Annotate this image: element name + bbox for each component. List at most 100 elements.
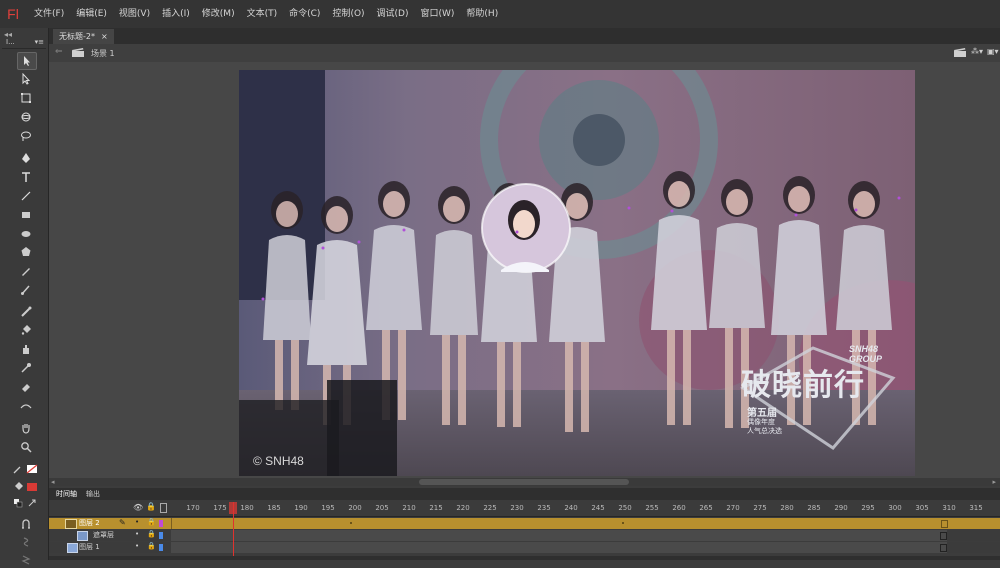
app-logo: Fl xyxy=(7,6,19,22)
paint-bucket-tool-icon[interactable] xyxy=(17,322,35,338)
tab-timeline[interactable]: 时间轴 xyxy=(56,489,77,499)
zoom-tool-icon[interactable] xyxy=(17,439,35,455)
close-tab-icon[interactable]: × xyxy=(101,32,108,41)
frame-tick-label: 275 xyxy=(753,504,767,512)
menu-edit[interactable]: 编辑(E) xyxy=(70,0,113,28)
edit-scene-icon[interactable] xyxy=(953,47,967,61)
menu-insert[interactable]: 插入(I) xyxy=(156,0,196,28)
text-tool-icon[interactable] xyxy=(17,169,35,185)
layer-icon xyxy=(67,543,78,553)
panel-menu-icon[interactable]: ▾≡ xyxy=(35,38,44,46)
layer-frames[interactable] xyxy=(171,518,948,529)
frame-tick-label: 295 xyxy=(861,504,875,512)
eraser-tool-icon[interactable] xyxy=(17,379,35,395)
playhead[interactable] xyxy=(233,502,234,560)
frame-tick-label: 180 xyxy=(240,504,254,512)
menu-debug[interactable]: 调试(D) xyxy=(371,0,415,28)
bone-tool-icon[interactable] xyxy=(17,304,35,320)
3d-rotation-tool-icon[interactable] xyxy=(17,109,35,125)
menu-window[interactable]: 窗口(W) xyxy=(415,0,461,28)
polystar-tool-icon[interactable] xyxy=(17,244,35,260)
snap-to-objects-icon[interactable] xyxy=(17,516,35,532)
document-tab[interactable]: 无标题-2* × xyxy=(53,29,114,44)
visible-dot-icon[interactable]: • xyxy=(135,542,139,550)
frame-tick-label: 260 xyxy=(672,504,686,512)
frame-tick-label: 220 xyxy=(456,504,470,512)
outline-column-icon[interactable] xyxy=(160,503,167,513)
document-tab-title: 无标题-2* xyxy=(59,32,95,41)
ink-bottle-tool-icon[interactable] xyxy=(17,341,35,357)
menu-bar: Fl 文件(F) 编辑(E) 视图(V) 插入(I) 修改(M) 文本(T) 命… xyxy=(0,0,1000,29)
tab-output[interactable]: 输出 xyxy=(86,489,100,499)
fill-color-icon[interactable] xyxy=(12,479,24,495)
lock-icon[interactable]: 🔒 xyxy=(147,542,156,550)
menu-text[interactable]: 文本(T) xyxy=(241,0,284,28)
pencil-tool-icon[interactable] xyxy=(17,263,35,279)
frame-tick-label: 170 xyxy=(186,504,200,512)
rectangle-tool-icon[interactable] xyxy=(17,207,35,223)
stage-horizontal-scrollbar[interactable]: ◂ ▸ xyxy=(49,478,1000,486)
scroll-right-icon[interactable]: ▸ xyxy=(992,478,996,486)
frame-tick-label: 315 xyxy=(969,504,983,512)
selection-tool-icon[interactable] xyxy=(17,52,37,70)
fill-color-swatch[interactable] xyxy=(26,479,38,495)
visibility-column-icon[interactable]: 👁 xyxy=(133,503,143,512)
menu-view[interactable]: 视图(V) xyxy=(113,0,156,28)
keyframe-marker xyxy=(622,522,624,524)
photo-watermark: © SNH48 xyxy=(253,454,304,468)
menu-help[interactable]: 帮助(H) xyxy=(460,0,504,28)
layer-name[interactable]: 图层 1 xyxy=(79,542,100,553)
event-logo: 破晓前行 SNH48 GROUP 第五届 偶像年度 人气总决选 xyxy=(733,338,903,458)
scrollbar-thumb[interactable] xyxy=(419,479,629,485)
stroke-color-swatch[interactable] xyxy=(26,461,38,477)
width-tool-icon[interactable] xyxy=(17,398,35,414)
menu-file[interactable]: 文件(F) xyxy=(28,0,70,28)
scroll-left-icon[interactable]: ◂ xyxy=(51,478,55,486)
menu-items: 文件(F) 编辑(E) 视图(V) 插入(I) 修改(M) 文本(T) 命令(C… xyxy=(28,0,504,28)
lasso-tool-icon[interactable] xyxy=(17,128,35,144)
black-white-icon[interactable] xyxy=(12,495,24,511)
outline-color-swatch[interactable] xyxy=(159,532,163,539)
outline-color-swatch[interactable] xyxy=(159,520,163,527)
menu-modify[interactable]: 修改(M) xyxy=(196,0,241,28)
pen-tool-icon[interactable] xyxy=(17,150,35,166)
stroke-color-icon[interactable] xyxy=(12,461,24,477)
brush-tool-icon[interactable] xyxy=(17,282,35,298)
lock-icon[interactable]: 🔒 xyxy=(147,518,156,526)
zoom-dropdown-icon[interactable]: ▣▾ xyxy=(987,47,999,56)
frame-tick-label: 175 xyxy=(213,504,227,512)
subselection-tool-icon[interactable] xyxy=(17,71,35,87)
eyedropper-tool-icon[interactable] xyxy=(17,360,35,376)
frame-ruler[interactable]: 👁 🔒 170 175 180 185 190 195 200 205 210 215 220 225… xyxy=(49,500,1000,517)
frame-tick-label: 290 xyxy=(834,504,848,512)
layer-frames[interactable] xyxy=(171,542,947,553)
frame-tick-label: 235 xyxy=(537,504,551,512)
smooth-icon[interactable] xyxy=(17,534,35,550)
visible-dot-icon[interactable]: • xyxy=(135,518,139,526)
back-arrow-icon[interactable]: ⇐ xyxy=(55,47,63,57)
free-transform-tool-icon[interactable] xyxy=(17,90,35,106)
swap-colors-icon[interactable] xyxy=(26,495,38,511)
edit-pencil-icon: ✎ xyxy=(119,518,126,527)
layer-name[interactable]: 遮罩层 xyxy=(93,530,114,541)
frame-tick-label: 300 xyxy=(888,504,902,512)
menu-commands[interactable]: 命令(C) xyxy=(283,0,326,28)
outline-color-swatch[interactable] xyxy=(159,544,163,551)
layer-row[interactable]: 图层 1 • 🔒 xyxy=(49,542,1000,553)
layer-row[interactable]: 图层 2 ✎ • 🔒 xyxy=(49,518,1000,529)
frame-tick-label: 195 xyxy=(321,504,335,512)
timeline-footer xyxy=(49,556,1000,560)
menu-control[interactable]: 控制(O) xyxy=(326,0,370,28)
stage-canvas[interactable]: © SNH48 破晓前行 SNH48 GROUP 第五届 偶像年度 人气总决选 xyxy=(239,70,915,476)
edit-symbols-icon[interactable]: ⁂▾ xyxy=(971,47,983,56)
line-tool-icon[interactable] xyxy=(17,188,35,204)
lock-column-icon[interactable]: 🔒 xyxy=(146,502,156,511)
layer-name[interactable]: 图层 2 xyxy=(79,518,100,529)
oval-tool-icon[interactable] xyxy=(17,226,35,242)
straighten-icon[interactable] xyxy=(17,552,35,568)
hand-tool-icon[interactable] xyxy=(17,420,35,436)
lock-icon[interactable]: 🔒 xyxy=(147,530,156,538)
layer-row[interactable]: 遮罩层 • 🔒 xyxy=(49,530,1000,541)
visible-dot-icon[interactable]: • xyxy=(135,530,139,538)
layer-frames[interactable] xyxy=(171,530,947,541)
